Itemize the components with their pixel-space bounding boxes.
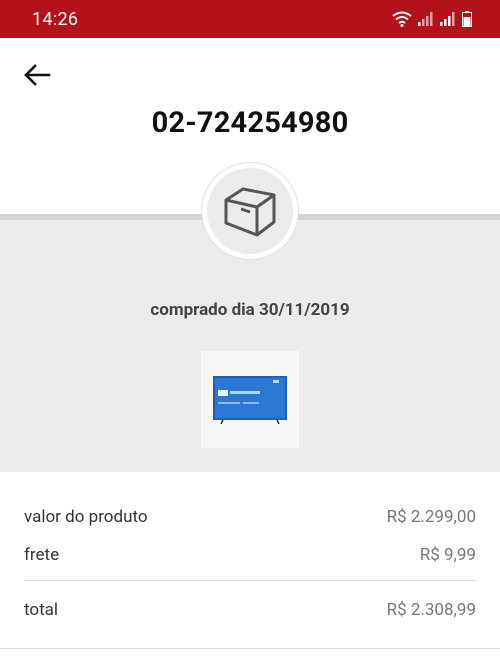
total-row: total R$ 2.308,99 xyxy=(24,600,476,620)
product-value-label: valor do produto xyxy=(24,507,148,527)
signal-icon xyxy=(418,12,433,26)
total-label: total xyxy=(24,600,59,620)
arrow-left-icon xyxy=(24,64,51,86)
shipping-row: frete R$ 9,99 xyxy=(24,545,476,565)
shipping-amount: R$ 9,99 xyxy=(419,545,476,565)
purchase-date: comprado dia 30/11/2019 xyxy=(150,300,350,320)
tv-product-image xyxy=(213,375,287,424)
product-image[interactable] xyxy=(201,351,299,448)
wifi-icon xyxy=(392,11,412,27)
package-box-icon xyxy=(224,187,276,237)
total-amount: R$ 2.308,99 xyxy=(386,600,476,620)
battery-icon xyxy=(462,11,472,27)
order-status-badge xyxy=(202,163,298,259)
bottom-divider xyxy=(0,648,500,649)
product-value-row: valor do produto R$ 2.299,00 xyxy=(24,507,476,527)
status-icons xyxy=(392,11,472,27)
summary-divider xyxy=(24,580,476,581)
order-number: 02-724254980 xyxy=(151,106,349,140)
back-button[interactable] xyxy=(18,58,56,92)
status-time: 14:26 xyxy=(32,8,79,30)
signal-icon xyxy=(440,12,455,26)
status-bar: 14:26 xyxy=(0,0,500,38)
product-value-amount: R$ 2.299,00 xyxy=(386,507,476,527)
shipping-label: frete xyxy=(24,545,60,565)
